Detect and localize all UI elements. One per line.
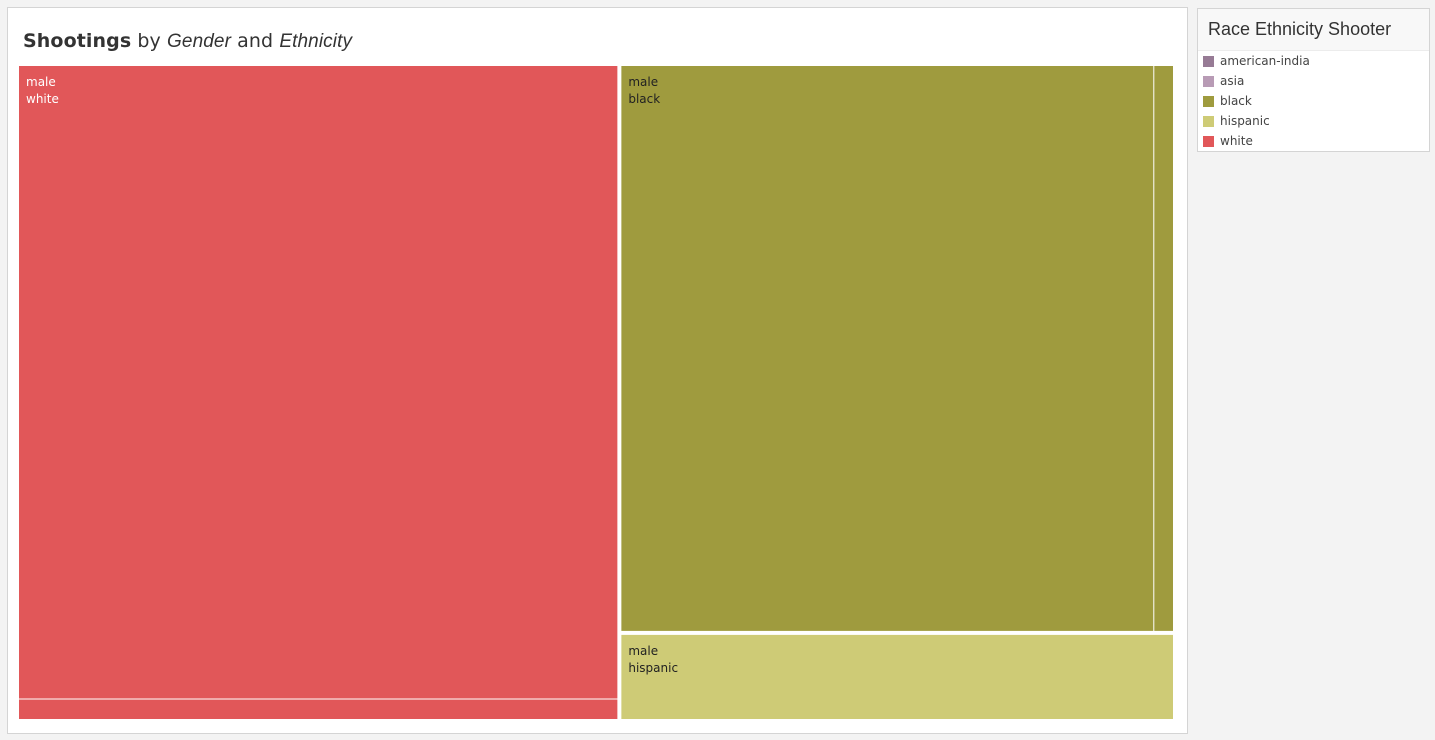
legend-label: hispanic xyxy=(1220,114,1270,128)
legend-label: black xyxy=(1220,94,1252,108)
legend-swatch xyxy=(1203,136,1214,147)
tile-label-gender: male xyxy=(26,75,56,89)
treemap-tile-male-black[interactable] xyxy=(621,66,1154,631)
legend-label: american-india xyxy=(1220,54,1310,68)
legend-swatch xyxy=(1203,56,1214,67)
treemap-tile-female-white[interactable] xyxy=(19,699,618,719)
tile-label-gender: male xyxy=(628,75,658,89)
legend-label: asia xyxy=(1220,74,1245,88)
tile-label-ethnicity: black xyxy=(628,92,660,106)
legend-item-white[interactable]: white xyxy=(1198,131,1429,151)
legend-label: white xyxy=(1220,134,1253,148)
legend-title: Race Ethnicity Shooter xyxy=(1198,9,1429,51)
tile-label-ethnicity: white xyxy=(26,92,59,106)
legend-swatch xyxy=(1203,116,1214,127)
legend-item-black[interactable]: black xyxy=(1198,91,1429,111)
legend-item-american-india[interactable]: american-india xyxy=(1198,51,1429,71)
legend-swatch xyxy=(1203,76,1214,87)
treemap-tile-male-hispanic[interactable] xyxy=(621,634,1173,719)
legend-item-hispanic[interactable]: hispanic xyxy=(1198,111,1429,131)
tile-label-gender: male xyxy=(628,644,658,658)
legend-swatch xyxy=(1203,96,1214,107)
treemap-tile-female-black[interactable] xyxy=(1154,66,1173,631)
color-legend: Race Ethnicity Shooter american-india asi… xyxy=(1197,8,1430,152)
legend-item-asia[interactable]: asia xyxy=(1198,71,1429,91)
treemap-tile-male-white[interactable] xyxy=(19,66,618,699)
legend-items: american-india asia black hispanic white xyxy=(1198,51,1429,151)
tile-label-ethnicity: hispanic xyxy=(628,661,678,675)
